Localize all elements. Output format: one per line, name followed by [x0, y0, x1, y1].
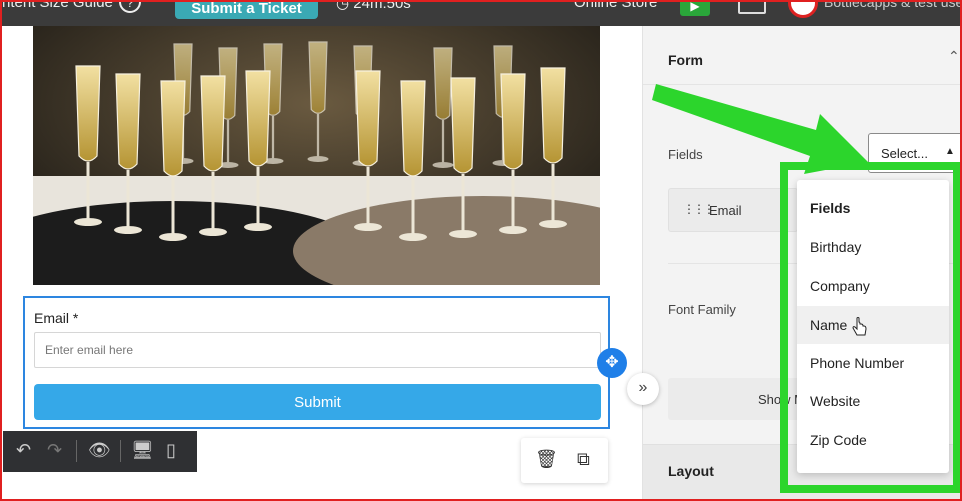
- email-label: Email *: [34, 310, 79, 326]
- store-avatar[interactable]: [788, 0, 818, 18]
- preview-eye-icon[interactable]: 👁: [88, 440, 111, 461]
- caret-up-icon: ▲: [945, 146, 955, 157]
- annotation-highlight-box: [780, 162, 961, 493]
- delete-icon[interactable]: 🗑: [535, 449, 558, 470]
- preview-play-icon[interactable]: ▶: [680, 0, 710, 16]
- desktop-icon[interactable]: 🖥: [131, 440, 154, 461]
- champagne-glasses-image[interactable]: [33, 26, 600, 285]
- store-name[interactable]: Bottlecapps & test use: [824, 0, 962, 10]
- undo-icon[interactable]: ↶: [16, 440, 31, 461]
- field-row-email[interactable]: ⋮⋮⋮ Email: [668, 188, 798, 232]
- move-handle-icon[interactable]: ✥: [597, 348, 627, 378]
- content-size-guide-link[interactable]: ntent Size Guide: [2, 0, 113, 11]
- email-input[interactable]: [34, 332, 601, 368]
- select-value: Select...: [881, 146, 928, 161]
- submit-button[interactable]: Submit: [34, 384, 601, 420]
- online-store-label[interactable]: Online Store: [574, 0, 657, 11]
- toolbar-divider: [120, 440, 121, 462]
- timer-value: 24m:50s: [353, 0, 411, 12]
- mobile-icon[interactable]: ▯: [166, 440, 176, 461]
- form-section-title[interactable]: Form: [668, 52, 703, 68]
- help-icon[interactable]: ?: [119, 0, 141, 13]
- desktop-view-icon[interactable]: [738, 0, 766, 14]
- element-actions: 🗑 ⧉: [521, 438, 608, 483]
- toolbar-divider: [76, 440, 77, 462]
- font-family-label: Font Family: [668, 302, 736, 317]
- collapse-panel-icon[interactable]: »: [627, 373, 659, 405]
- submit-ticket-button[interactable]: Submit a Ticket: [175, 0, 318, 19]
- redo-icon[interactable]: ↷: [47, 440, 62, 461]
- session-timer: ◷ 24m:50s: [336, 0, 411, 12]
- top-bar: ntent Size Guide ? Submit a Ticket ◷ 24m…: [0, 0, 962, 26]
- editor-canvas: Email * Submit ✥ ↶ ↷ 👁 🖥 ▯ 🗑 ⧉: [0, 26, 642, 501]
- field-name: Email: [709, 203, 742, 218]
- editor-toolbar: ↶ ↷ 👁 🖥 ▯: [3, 431, 197, 472]
- chevron-up-icon[interactable]: ⌃: [948, 48, 960, 65]
- layout-section-title: Layout: [668, 463, 714, 479]
- hand-cursor-icon: [852, 317, 867, 336]
- email-signup-form[interactable]: Email * Submit: [23, 296, 610, 429]
- duplicate-icon[interactable]: ⧉: [577, 449, 590, 470]
